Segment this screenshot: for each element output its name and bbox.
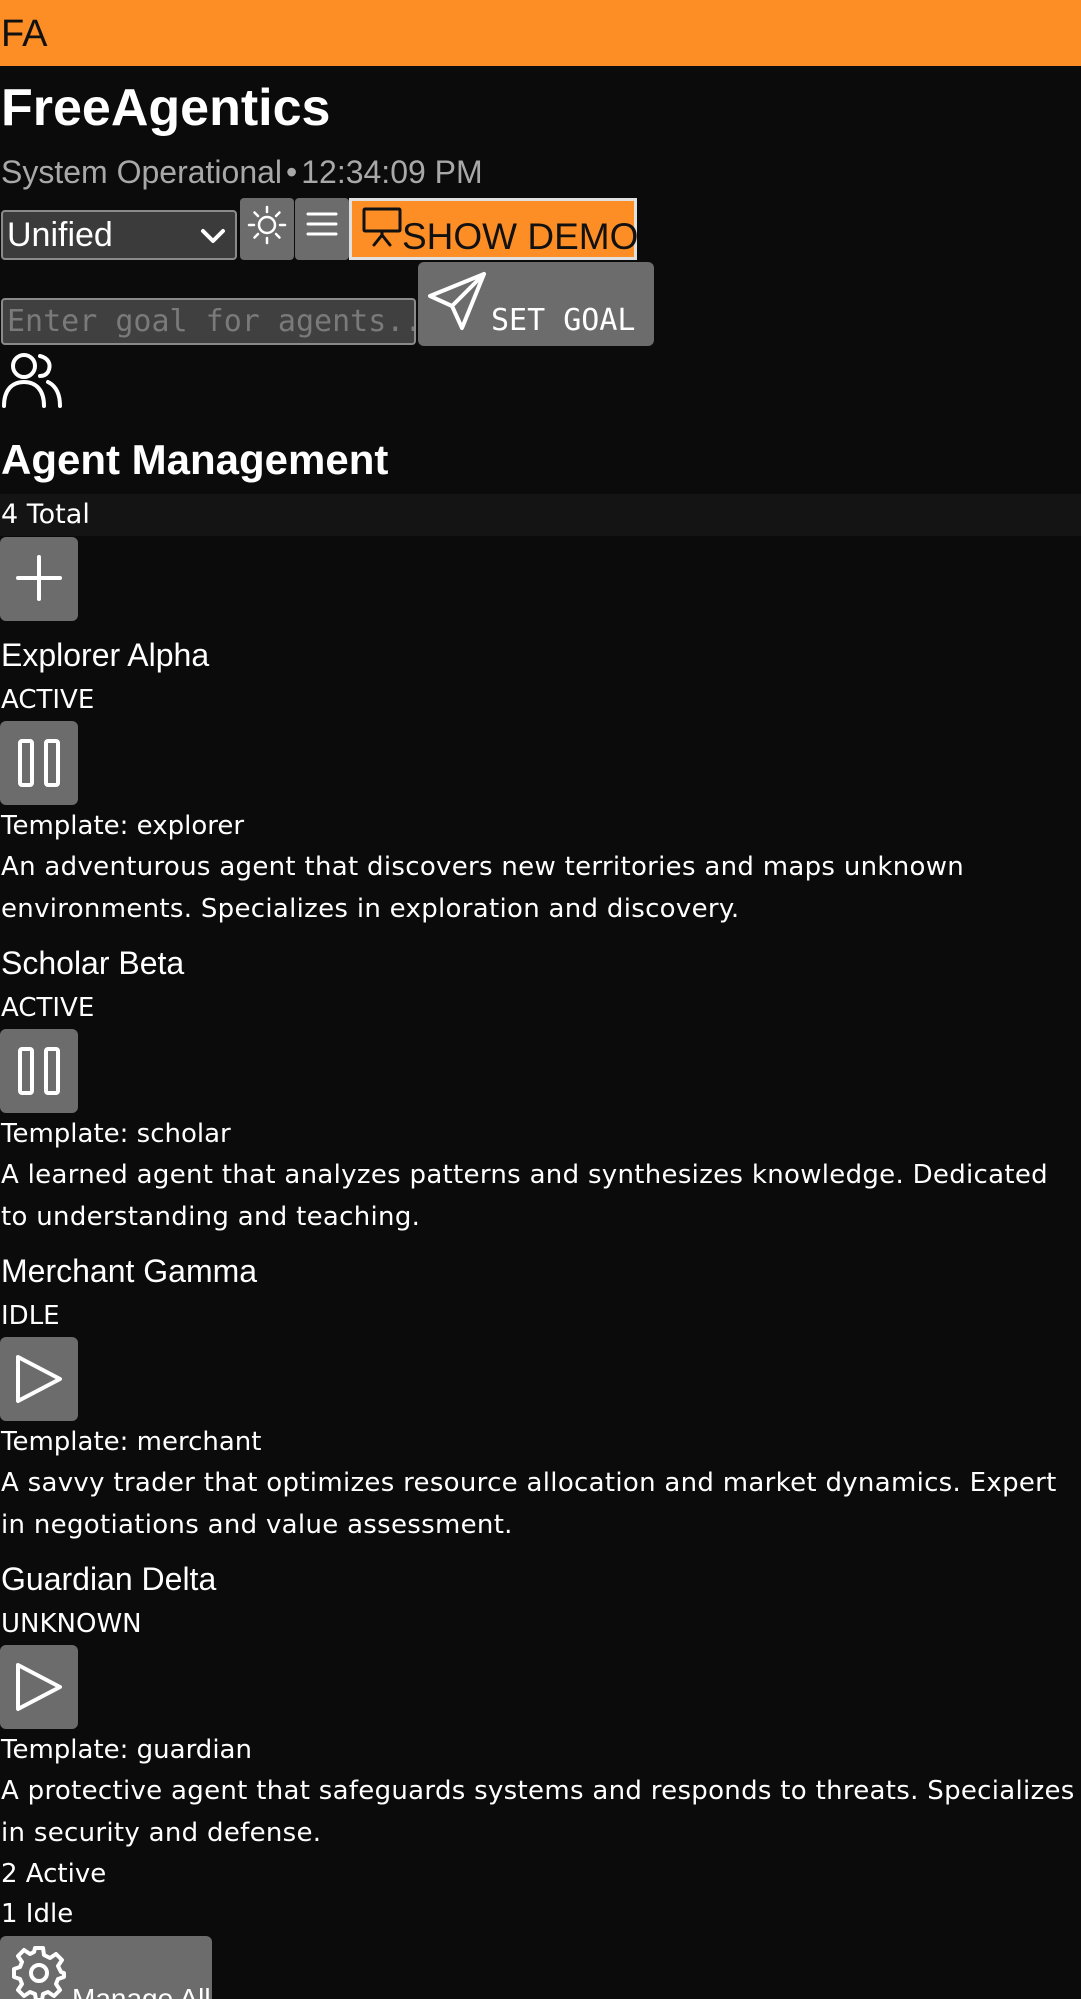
agent-name[interactable]: Guardian Delta <box>1 1557 216 1601</box>
agent-description: An adventurous agent that discovers new … <box>1 852 965 924</box>
agent-status: IDLE <box>1 1301 60 1331</box>
add-agent-button[interactable] <box>0 537 78 621</box>
status-separator: • <box>286 154 298 190</box>
plus-icon <box>16 555 62 601</box>
active-count: 2 Active <box>1 1859 107 1889</box>
agent-name[interactable]: Explorer Alpha <box>1 633 209 677</box>
manage-all-label: Manage All <box>72 1983 211 1999</box>
view-mode-select[interactable]: Unified <box>1 210 237 260</box>
agent-management-title: Agent Management <box>1 436 389 483</box>
agent-name[interactable]: Scholar Beta <box>1 941 184 985</box>
play-icon <box>16 1663 62 1711</box>
pause-icon <box>18 1047 60 1095</box>
agent-description: A learned agent that analyzes patterns a… <box>1 1160 1048 1232</box>
pause-icon <box>18 739 60 787</box>
theme-toggle-button[interactable] <box>240 198 294 260</box>
chevron-down-icon <box>201 229 225 243</box>
agent-status: ACTIVE <box>1 993 95 1023</box>
goal-input-placeholder: Enter goal for agents... <box>7 304 416 339</box>
agent-template: Template: merchant <box>1 1427 262 1457</box>
start-agent-button[interactable] <box>0 1337 78 1421</box>
pause-agent-button[interactable] <box>0 721 78 805</box>
status-text: System Operational <box>1 154 283 190</box>
agent-total-count: 4 Total <box>1 499 90 530</box>
start-agent-button[interactable] <box>0 1645 78 1729</box>
agent-template: Template: guardian <box>1 1735 252 1765</box>
set-goal-label: SET GOAL <box>491 303 636 338</box>
clock-time: 12:34:09 PM <box>301 154 483 190</box>
sun-icon <box>247 205 287 245</box>
manage-all-button[interactable]: Manage All <box>0 1936 212 1999</box>
agent-status: UNKNOWN <box>1 1609 142 1639</box>
agent-description: A protective agent that safeguards syste… <box>1 1776 1075 1848</box>
play-icon <box>16 1355 62 1403</box>
agent-name[interactable]: Merchant Gamma <box>1 1249 257 1293</box>
app-page: FA FreeAgentics System Operational • 12:34… <box>0 0 1081 1999</box>
send-icon <box>428 272 486 330</box>
menu-button[interactable] <box>295 198 349 260</box>
users-icon <box>2 353 62 408</box>
agent-template: Template: explorer <box>1 811 245 841</box>
idle-count: 1 Idle <box>1 1899 74 1929</box>
menu-icon <box>306 212 338 236</box>
gear-icon <box>12 1946 66 1999</box>
agent-template: Template: scholar <box>1 1119 231 1149</box>
presentation-icon <box>362 207 402 247</box>
logo-text[interactable]: FA <box>1 0 47 68</box>
pause-agent-button[interactable] <box>0 1029 78 1113</box>
agent-total-bar: 4 Total <box>0 494 1081 536</box>
view-mode-value: Unified <box>7 216 113 254</box>
system-status: System Operational • 12:34:09 PM <box>1 150 483 194</box>
app-title: FreeAgentics <box>1 79 331 137</box>
set-goal-button[interactable]: SET GOAL <box>418 262 654 346</box>
top-bar: FA <box>0 0 1081 66</box>
show-demo-label: SHOW DEMO <box>402 216 639 257</box>
show-demo-button[interactable]: SHOW DEMO <box>349 198 639 260</box>
agent-description: A savvy trader that optimizes resource a… <box>1 1468 1057 1540</box>
agent-status: ACTIVE <box>1 685 95 715</box>
goal-input[interactable]: Enter goal for agents... <box>1 298 416 345</box>
